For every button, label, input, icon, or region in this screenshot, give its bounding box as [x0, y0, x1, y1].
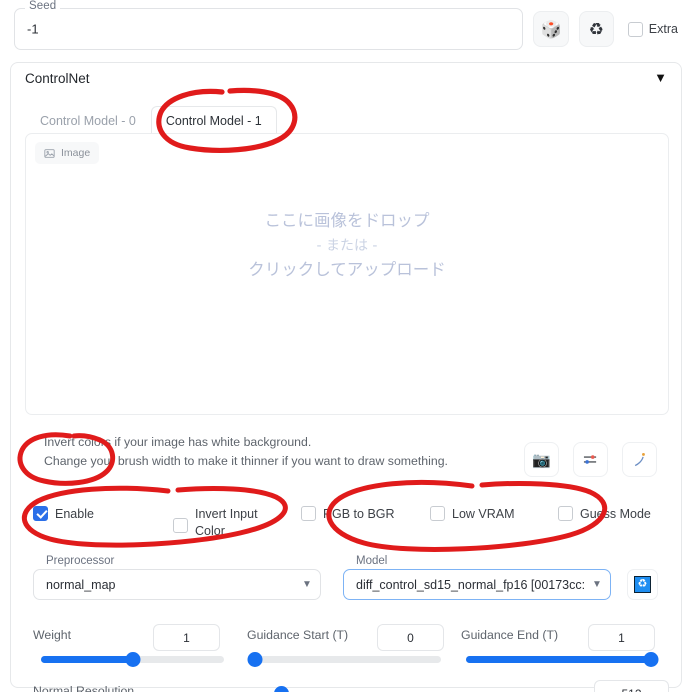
sliders-icon[interactable]: [573, 442, 608, 477]
refresh-icon: ♻: [634, 576, 651, 593]
guidance-start-label: Guidance Start (T): [247, 628, 349, 642]
checkbox-rgb-to-bgr[interactable]: RGB to BGR: [301, 506, 421, 523]
guidance-start-value[interactable]: 0: [377, 624, 444, 651]
checkbox-guess-mode[interactable]: Guess Mode: [558, 506, 678, 523]
model-select[interactable]: diff_control_sd15_normal_fp16 [00173cc: …: [343, 569, 611, 600]
dice-icon[interactable]: 🎲: [533, 11, 569, 47]
image-tool-buttons: 📷: [524, 442, 657, 477]
option-checkbox-row: Enable Invert Input Color RGB to BGR Low…: [33, 506, 683, 546]
image-badge-label: Image: [61, 147, 91, 159]
invert-hint: Invert colors if your image has white ba…: [44, 433, 448, 471]
control-model-tabs: Control Model - 0 Control Model - 1: [25, 105, 277, 135]
checkbox-low-vram[interactable]: Low VRAM: [430, 506, 540, 523]
camera-icon[interactable]: 📷: [524, 442, 559, 477]
model-value: diff_control_sd15_normal_fp16 [00173cc:: [356, 577, 584, 592]
invert-input-color-label: Invert Input Color: [195, 507, 258, 538]
guidance-end-value[interactable]: 1: [588, 624, 655, 651]
enable-label: Enable: [55, 507, 94, 521]
chevron-down-icon: ▼: [592, 579, 602, 590]
dropzone-line-1: ここに画像をドロップ: [264, 211, 430, 230]
weight-slider-fill: [41, 656, 133, 663]
model-selection-row: Preprocessor normal_map ▼ Model diff_con…: [11, 555, 681, 613]
tab-control-model-1[interactable]: Control Model - 1: [150, 106, 277, 135]
guidance-end-slider[interactable]: [466, 652, 659, 667]
image-dropzone[interactable]: Image ここに画像をドロップ - または - クリックしてアップロード: [25, 133, 669, 415]
recycle-icon[interactable]: ♻: [578, 11, 614, 47]
hint-line-1: Invert colors if your image has white ba…: [44, 435, 312, 449]
dropzone-line-2: - または -: [316, 237, 378, 254]
controlnet-panel: ControlNet ▼ Control Model - 0 Control M…: [10, 62, 683, 692]
checkbox-invert-input-color[interactable]: Invert Input Color: [173, 506, 283, 540]
extra-checkbox-group[interactable]: Extra: [627, 21, 678, 37]
extra-checkbox[interactable]: [627, 21, 643, 37]
model-label: Model: [353, 555, 391, 567]
seed-field[interactable]: Seed -1: [14, 0, 524, 50]
page-title: ControlNet: [25, 71, 90, 86]
dropzone-line-3: クリックしてアップロード: [248, 260, 446, 280]
weight-slider-thumb[interactable]: [125, 652, 140, 667]
normal-resolution-label: Normal Resolution: [33, 684, 135, 692]
pen-icon[interactable]: [622, 442, 657, 477]
controlnet-header[interactable]: ControlNet ▼: [11, 63, 681, 97]
extra-label: Extra: [648, 22, 678, 36]
rgb-to-bgr-label: RGB to BGR: [323, 507, 395, 521]
preprocessor-label: Preprocessor: [43, 555, 118, 567]
preprocessor-value: normal_map: [46, 577, 116, 592]
seed-legend: Seed: [25, 0, 61, 12]
controlnet-panel-screen: Seed -1 🎲 ♻ Extra ControlNet ▼ Control M…: [0, 0, 692, 692]
checkbox-enable[interactable]: Enable: [33, 506, 143, 523]
seed-input[interactable]: -1: [27, 22, 39, 37]
image-badge[interactable]: Image: [35, 142, 100, 164]
normal-resolution-value[interactable]: 512: [594, 680, 669, 692]
weight-label: Weight: [33, 628, 72, 642]
guidance-end-slider-thumb[interactable]: [643, 652, 659, 667]
weight-value[interactable]: 1: [153, 624, 220, 651]
seed-row: Seed -1 🎲 ♻ Extra: [14, 0, 678, 52]
preprocessor-select[interactable]: normal_map ▼: [33, 569, 321, 600]
guess-mode-label: Guess Mode: [580, 507, 651, 521]
guidance-end-label: Guidance End (T): [461, 628, 559, 642]
tab-control-model-0[interactable]: Control Model - 0: [25, 106, 151, 135]
guidance-start-slider[interactable]: [247, 652, 441, 667]
chevron-down-icon[interactable]: ▼: [654, 70, 667, 85]
low-vram-checkbox-box[interactable]: [430, 506, 445, 521]
guess-mode-checkbox-box[interactable]: [558, 506, 573, 521]
guidance-start-slider-thumb[interactable]: [247, 652, 263, 667]
rgb-to-bgr-checkbox-box[interactable]: [301, 506, 316, 521]
dropzone-instructions: ここに画像をドロップ - または - クリックしてアップロード: [26, 208, 668, 284]
hint-line-2: Change your brush width to make it thinn…: [44, 454, 448, 469]
weight-slider[interactable]: [41, 652, 224, 667]
image-icon: [44, 148, 55, 159]
low-vram-label: Low VRAM: [452, 507, 515, 521]
refresh-models-button[interactable]: ♻: [627, 569, 658, 600]
enable-checkbox-box[interactable]: [33, 506, 48, 521]
chevron-down-icon: ▼: [302, 579, 312, 590]
invert-input-color-checkbox-box[interactable]: [173, 518, 188, 533]
guidance-end-slider-fill: [466, 656, 651, 663]
